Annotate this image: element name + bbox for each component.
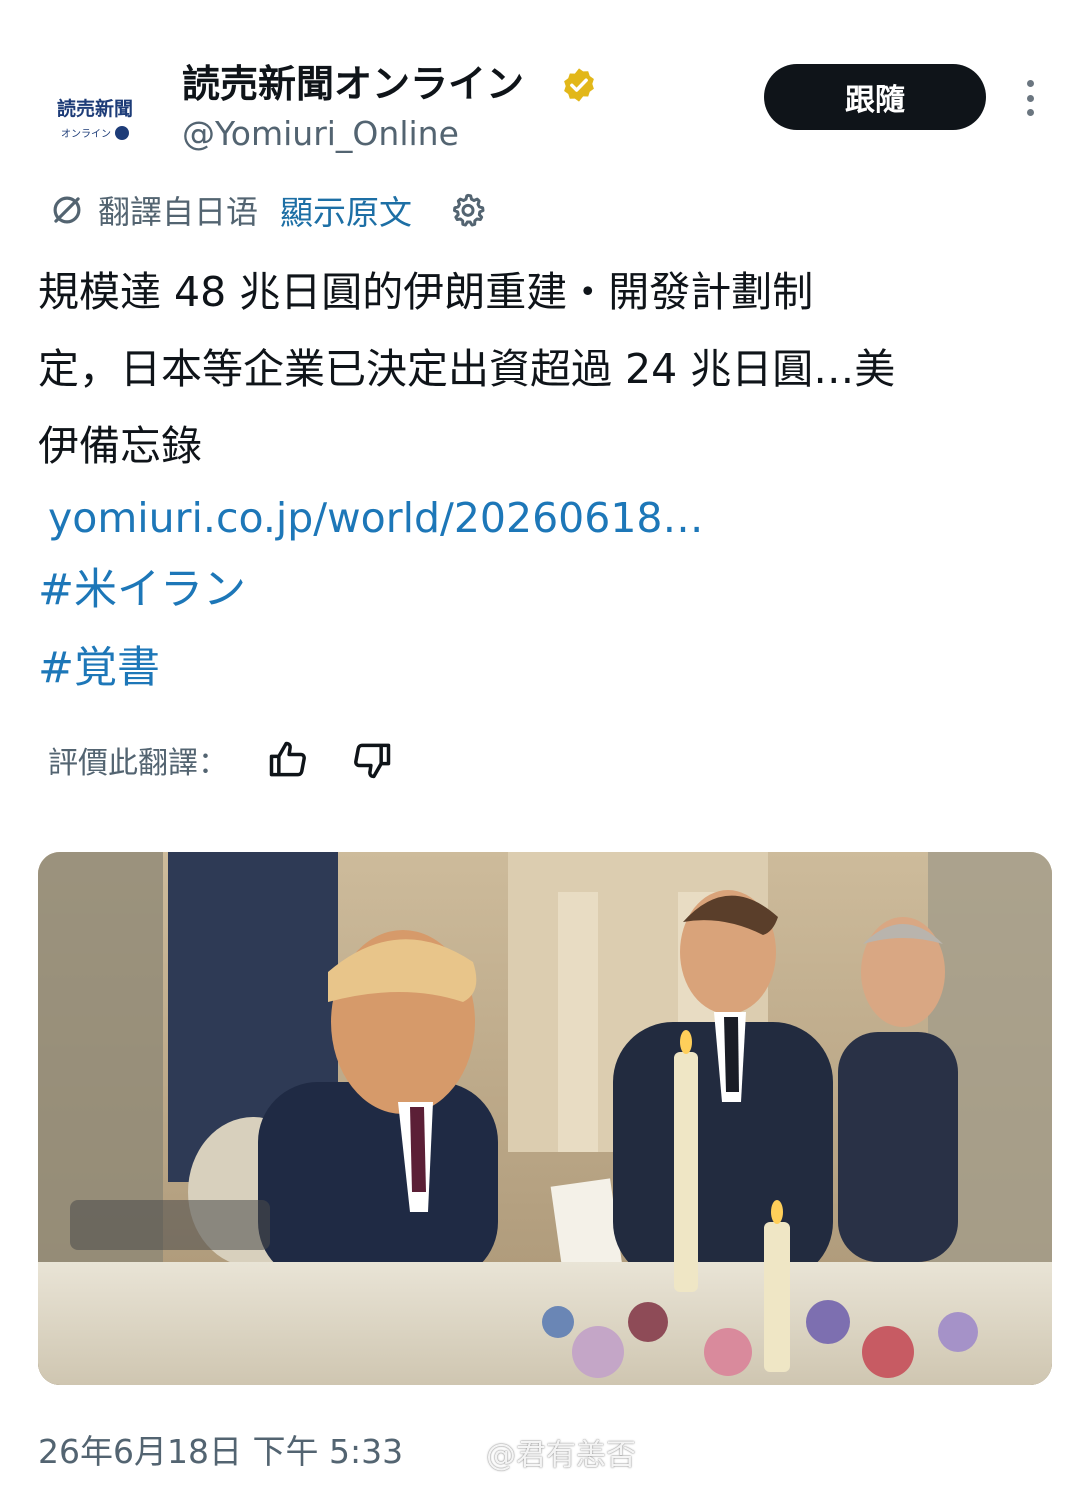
gear-icon[interactable] [448,190,488,230]
tweet-media-photo[interactable] [38,852,1052,1385]
rate-translation-row: 評價此翻譯： [48,734,434,786]
tweet-body: 規模達 48 兆日圓的伊朗重建・開發計劃制 定，日本等企業已決定出資超過 24 … [38,254,1058,485]
tweet-text-line: 規模達 48 兆日圓的伊朗重建・開發計劃制 [38,268,814,316]
hashtag-link[interactable]: #覚書 [38,638,160,698]
verified-badge-icon [564,68,594,102]
follow-button[interactable]: 跟隨 [764,64,986,130]
display-name[interactable]: 読売新聞オンライン [182,60,524,108]
tweet-text-line: 定，日本等企業已決定出資超過 24 兆日圓…美 [38,345,896,393]
more-options-icon[interactable] [1012,76,1048,120]
dinner-photo-image [38,852,1052,1385]
account-avatar[interactable]: 読売新聞 オンライン [40,62,150,172]
logo-dot-icon [115,125,129,140]
translation-notice: 翻譯自日语 [98,193,259,231]
tweet-text-line: 伊備忘錄 [38,422,202,470]
show-original-link[interactable]: 顯示原文 [280,186,412,234]
translation-row: 翻譯自日语 顯示原文 [48,186,488,234]
translate-icon [53,196,81,224]
watermark: @君有恙否 [446,1436,636,1476]
rate-translation-label: 評價此翻譯： [48,746,228,781]
tweet-card: 読売新聞 オンライン 読売新聞オンライン @Yomiuri_Online 跟隨 … [0,0,1080,1502]
thumbs-down-icon[interactable] [350,738,394,782]
avatar-logo-text: 読売新聞 [56,98,133,120]
avatar-logo-sub: オンライン [61,125,129,140]
hashtag-link[interactable]: #米イラン [38,560,246,620]
weibo-logo-icon [446,1444,479,1470]
thumbs-up-icon[interactable] [266,738,310,782]
tweet-timestamp[interactable]: 26年6月18日 下午 5:33 [38,1428,403,1476]
account-handle[interactable]: @Yomiuri_Online [182,112,459,156]
article-link[interactable]: yomiuri.co.jp/world/20260618… [48,488,704,548]
watermark-text: @君有恙否 [486,1438,636,1473]
